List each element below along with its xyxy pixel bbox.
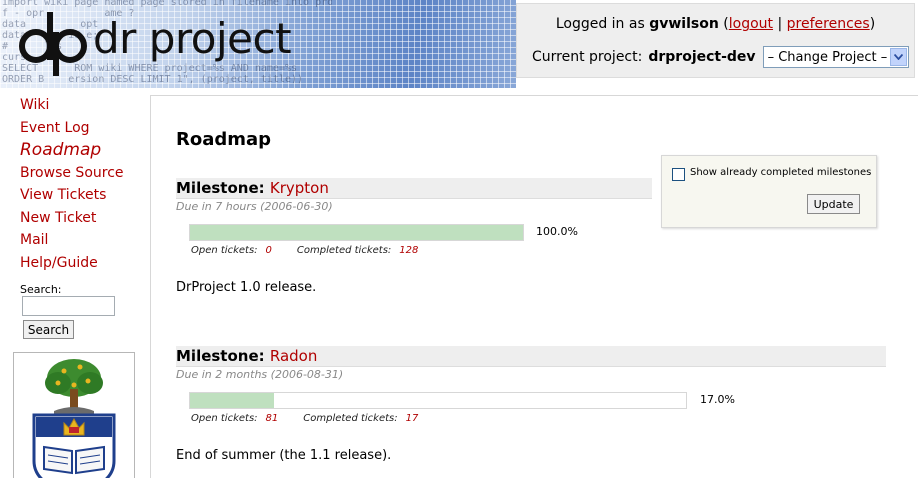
progress-row: 100.0% [176,224,652,242]
milestone-ticket-stats: Open tickets: 0 Completed tickets: 128 [191,245,652,256]
open-tickets-label: Open tickets: [191,245,258,256]
sidebar-item-new-ticket[interactable]: New Ticket [20,209,124,232]
sidebar-item-label[interactable]: Roadmap [20,140,101,160]
progress-percent: 17.0% [700,393,735,406]
progress-bar-fill [190,225,523,240]
completed-tickets-label: Completed tickets: [296,245,392,256]
account-panel: Logged in as gvwilson (logout | preferen… [516,3,915,78]
milestone-description: DrProject 1.0 release. [176,280,317,295]
sidebar-item-label[interactable]: Browse Source [20,165,124,181]
sidebar-item-mail[interactable]: Mail [20,231,124,254]
university-crest [13,352,135,478]
sidebar-item-browse-source[interactable]: Browse Source [20,164,124,187]
header-banner: import wiki page named page stored in fi… [0,0,918,88]
open-tickets-count[interactable]: 0 [266,245,272,256]
sidebar-item-help-guide[interactable]: Help/Guide [20,254,124,277]
open-tickets-label: Open tickets: [191,413,258,424]
logo-text: dr project [93,14,292,63]
milestone-filter-form: Show already completed milestones Update [661,155,877,228]
progress-percent: 100.0% [536,225,578,238]
project-prefix: Current project: [532,49,643,65]
milestone-description: End of summer (the 1.1 release). [176,448,392,463]
progress-row: 17.0% [176,392,886,410]
sidebar-item-roadmap[interactable]: Roadmap [20,141,124,164]
sidebar-item-view-tickets[interactable]: View Tickets [20,186,124,209]
milestone: Milestone: Krypton Due in 7 hours (2006-… [176,178,652,295]
chevron-down-icon[interactable] [889,48,907,66]
milestone-link[interactable]: Krypton [270,179,329,197]
milestone-due-date: Due in 7 hours (2006-06-30) [176,200,333,213]
sidebar-item-label[interactable]: Wiki [20,97,49,113]
sidebar-item-label[interactable]: Event Log [20,120,90,136]
progress-bar[interactable] [189,224,524,241]
search-label: Search: [20,283,62,296]
progress-bar-fill [190,393,275,408]
change-project-select[interactable]: – Change Project – [762,46,909,68]
university-crest-icon [32,359,116,478]
search-input[interactable] [22,296,115,316]
milestone-prefix: Milestone: [176,179,265,197]
sidebar-item-label[interactable]: View Tickets [20,187,106,203]
sidebar-item-label[interactable]: Mail [20,232,48,248]
milestone-link[interactable]: Radon [270,347,318,365]
progress-bar[interactable] [189,392,687,409]
separator: | [777,16,783,32]
dp-logo-icon [19,12,87,76]
sidebar-item-event-log[interactable]: Event Log [20,119,124,142]
milestone: Milestone: Radon Due in 2 months (2006-0… [176,346,886,463]
project-name: drproject-dev [648,49,756,65]
completed-tickets-label: Completed tickets: [303,413,398,424]
change-project-value: – Change Project – [767,49,888,65]
completed-tickets-count[interactable]: 128 [399,245,418,256]
username: gvwilson [649,16,719,32]
page-title: Roadmap [176,129,272,150]
completed-tickets-count[interactable]: 17 [406,413,419,424]
show-completed-checkbox[interactable] [672,168,685,181]
logo[interactable]: import wiki page named page stored in fi… [0,0,516,88]
update-button[interactable]: Update [807,194,860,214]
current-project: Current project: drproject-dev – Change … [532,46,909,68]
login-prefix: Logged in as [555,16,645,32]
sidebar: Wiki Event Log Roadmap Browse Source Vie… [0,88,148,478]
show-completed-label[interactable]: Show already completed milestones [690,167,871,178]
main-nav: Wiki Event Log Roadmap Browse Source Vie… [20,96,124,276]
search-button[interactable]: Search [23,320,74,339]
logout-link[interactable]: logout [729,16,773,32]
milestone-heading: Milestone: Radon [176,346,886,367]
sidebar-item-label[interactable]: New Ticket [20,210,96,226]
sidebar-item-wiki[interactable]: Wiki [20,96,124,119]
sidebar-item-label[interactable]: Help/Guide [20,255,98,271]
open-tickets-count[interactable]: 81 [266,413,279,424]
main-content: Roadmap Show already completed milestone… [150,95,918,478]
preferences-link[interactable]: preferences [787,16,870,32]
login-status: Logged in as gvwilson (logout | preferen… [555,16,876,32]
milestone-prefix: Milestone: [176,347,265,365]
milestone-due-date: Due in 2 months (2006-08-31) [176,368,344,381]
milestone-ticket-stats: Open tickets: 81 Completed tickets: 17 [191,413,886,424]
milestone-heading: Milestone: Krypton [176,178,652,199]
